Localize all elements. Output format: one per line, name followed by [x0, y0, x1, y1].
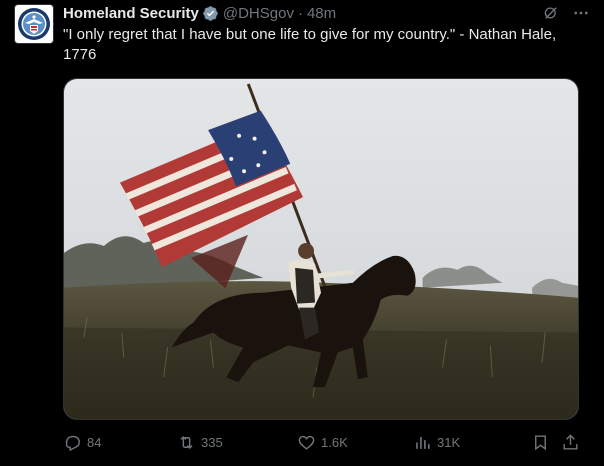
heart-icon [297, 433, 316, 452]
reply-button[interactable]: 84 [63, 430, 101, 454]
action-bar: 84 335 1.6K 31K [63, 430, 579, 454]
dhs-seal-icon [18, 8, 50, 40]
post[interactable]: Homeland Security @DHSgov · 48m "I only … [0, 0, 604, 466]
author-handle[interactable]: @DHSgov [223, 5, 294, 22]
bookmark-button[interactable] [531, 430, 550, 454]
post-timestamp[interactable]: 48m [307, 5, 336, 22]
views-icon [413, 433, 432, 452]
share-icon [561, 433, 580, 452]
header-actions [542, 4, 590, 22]
verified-badge-icon[interactable] [202, 5, 219, 22]
post-text: "I only regret that I have but one life … [63, 26, 561, 63]
retweet-count: 335 [201, 434, 223, 450]
like-button[interactable]: 1.6K [297, 430, 348, 454]
post-header: Homeland Security @DHSgov · 48m [63, 3, 336, 23]
display-name[interactable]: Homeland Security [63, 5, 199, 22]
reply-icon [63, 433, 82, 452]
separator-dot: · [297, 4, 303, 22]
avatar[interactable] [14, 4, 54, 44]
retweet-button[interactable]: 335 [177, 430, 223, 454]
post-media[interactable] [63, 78, 579, 420]
retweet-icon [177, 433, 196, 452]
views-button[interactable]: 31K [413, 430, 460, 454]
bookmark-icon [531, 433, 550, 452]
grok-icon[interactable] [542, 4, 560, 22]
like-count: 1.6K [321, 434, 348, 450]
more-icon[interactable] [572, 4, 590, 22]
rider-with-flag-photo [64, 79, 578, 419]
share-button[interactable] [561, 430, 580, 454]
reply-count: 84 [87, 434, 102, 450]
views-count: 31K [437, 434, 461, 450]
